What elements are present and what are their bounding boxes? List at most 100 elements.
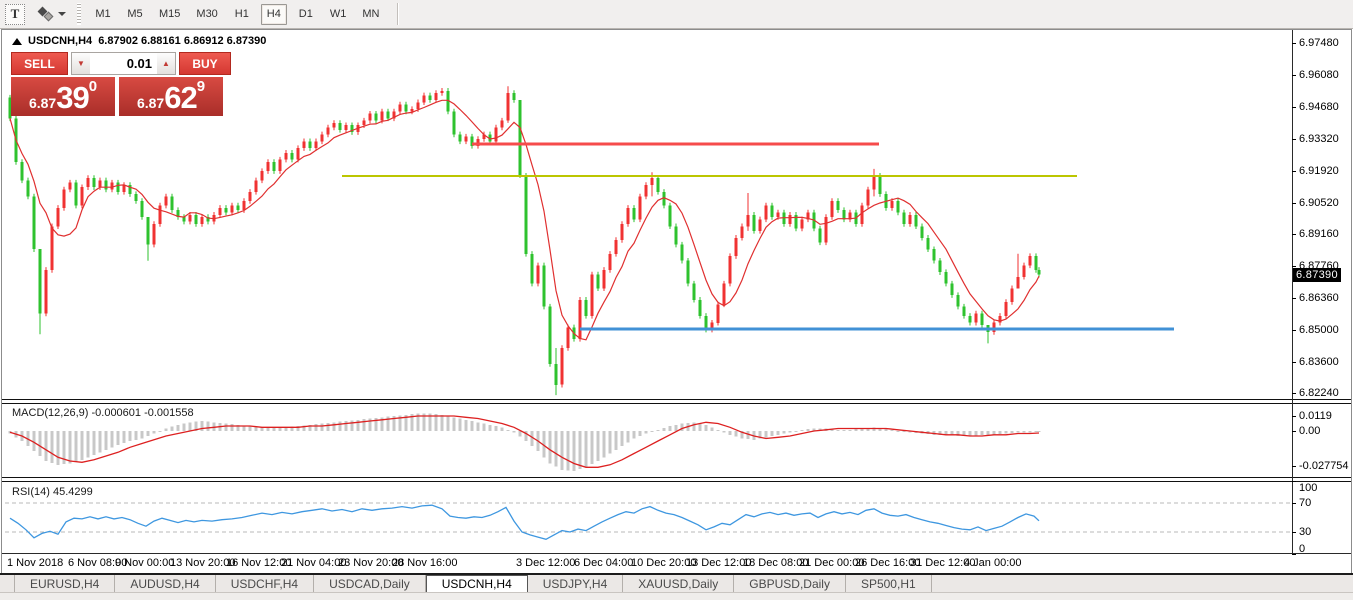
rsi-panel-splitter[interactable]: [2, 477, 1351, 482]
chart-tab-eurusd-h4[interactable]: EURUSD,H4: [14, 575, 115, 592]
sell-price-pip: 0: [89, 79, 97, 94]
rsi-axis-label: 70: [1299, 498, 1311, 509]
buy-price-main: 62: [164, 82, 196, 113]
one-click-trading-panel: SELL ▼ 0.01 ▲ BUY 6.87 39 0 6.87 62 9: [11, 52, 231, 116]
axis-tick: [1292, 416, 1296, 417]
axis-tick: [1292, 171, 1296, 172]
sell-price-display[interactable]: 6.87 39 0: [11, 77, 115, 116]
price-axis-label: 6.89160: [1299, 229, 1339, 240]
toolbar-separator: [397, 3, 398, 25]
timeframe-button-m15[interactable]: M15: [154, 4, 185, 25]
rsi-axis-label: 0: [1299, 544, 1305, 555]
chart-tab-bar: EURUSD,H4AUDUSD,H4USDCHF,H4USDCAD,DailyU…: [0, 573, 1353, 592]
axis-tick: [1292, 330, 1296, 331]
volume-increase-button[interactable]: ▲: [157, 53, 175, 74]
axis-tick: [1292, 503, 1296, 504]
buy-price-prefix: 6.87: [137, 93, 164, 113]
chart-tab-usdcad-daily[interactable]: USDCAD,Daily: [314, 575, 426, 592]
time-axis-label: 1 Nov 2018: [7, 557, 63, 569]
time-axis-label: 13 Dec 12:00: [686, 557, 751, 569]
time-axis-label: 6 Dec 04:00: [574, 557, 633, 569]
axis-tick: [1292, 393, 1296, 394]
axis-tick: [1292, 298, 1296, 299]
chart-tab-sp500-h1[interactable]: SP500,H1: [846, 575, 932, 592]
current-price-tag: 6.87390: [1293, 268, 1341, 282]
time-axis-label: 4 Jan 00:00: [964, 557, 1022, 569]
sell-price-main: 39: [56, 82, 88, 113]
chart-tab-usdcnh-h4[interactable]: USDCNH,H4: [426, 575, 528, 592]
buy-price-display[interactable]: 6.87 62 9: [119, 77, 223, 116]
axis-tick: [1292, 532, 1296, 533]
toolbar-drag-handle[interactable]: [77, 3, 81, 25]
timeframe-button-h4[interactable]: H4: [261, 4, 287, 25]
collapse-panel-icon[interactable]: [12, 38, 22, 45]
time-axis-label: 3 Dec 12:00: [516, 557, 575, 569]
chart-tab-audusd-h4[interactable]: AUDUSD,H4: [115, 575, 215, 592]
axis-tick: [1292, 234, 1296, 235]
rsi-axis-label: 30: [1299, 527, 1311, 538]
sell-price-prefix: 6.87: [29, 93, 56, 113]
price-axis-label: 6.94680: [1299, 102, 1339, 113]
timeframe-button-d1[interactable]: D1: [293, 4, 319, 25]
time-axis-label: 9 Nov 00:00: [115, 557, 174, 569]
price-axis-label: 6.86360: [1299, 293, 1339, 304]
symbol-period-label: USDCNH,H4: [28, 35, 92, 47]
time-axis-line: [2, 553, 1351, 554]
chevron-down-icon: [58, 12, 66, 16]
axis-tick: [1292, 554, 1296, 555]
axis-tick: [1292, 431, 1296, 432]
volume-spinner: ▼ 0.01 ▲: [71, 52, 176, 75]
macd-panel-splitter[interactable]: [2, 399, 1351, 404]
timeframe-button-w1[interactable]: W1: [325, 4, 352, 25]
time-axis-label: 28 Nov 16:00: [392, 557, 457, 569]
status-bar: [0, 592, 1353, 600]
axis-tick: [1292, 203, 1296, 204]
price-axis-label: 6.85000: [1299, 325, 1339, 336]
axis-tick: [1292, 75, 1296, 76]
axis-tick: [1292, 266, 1296, 267]
chart-tab-usdchf-h4[interactable]: USDCHF,H4: [216, 575, 314, 592]
macd-axis-label: -0.027754: [1299, 461, 1349, 472]
axis-tick: [1292, 43, 1296, 44]
price-axis-line: [1292, 30, 1293, 553]
chart-tab-xauusd-daily[interactable]: XAUUSD,Daily: [623, 575, 734, 592]
macd-axis-label: 0.00: [1299, 426, 1320, 437]
chart-window: USDCNH,H4 6.87902 6.88161 6.86912 6.8739…: [1, 29, 1352, 573]
price-axis-label: 6.93320: [1299, 134, 1339, 145]
axis-tick: [1292, 481, 1296, 482]
toolbar: T M1 M5 M15 M30 H1 H4 D1 W1MN: [0, 0, 1353, 29]
volume-value[interactable]: 0.01: [90, 53, 157, 74]
macd-axis-label: 0.0119: [1299, 411, 1332, 422]
price-axis-label: 6.90520: [1299, 198, 1339, 209]
timeframe-button-h1[interactable]: H1: [229, 4, 255, 25]
rsi-axis-label: 100: [1299, 483, 1317, 494]
buy-price-pip: 9: [197, 79, 205, 94]
axis-tick: [1292, 139, 1296, 140]
timeframe-button-mn[interactable]: MN: [357, 4, 384, 25]
timeframe-buttons: M1 M5 M15 M30 H1 H4 D1 W1MN: [87, 4, 387, 25]
axis-tick: [1292, 362, 1296, 363]
chart-title: USDCNH,H4 6.87902 6.88161 6.86912 6.8739…: [12, 35, 266, 47]
volume-decrease-button[interactable]: ▼: [72, 53, 90, 74]
sell-button[interactable]: SELL: [11, 52, 68, 75]
text-label-tool-icon[interactable]: T: [5, 4, 25, 25]
macd-label: MACD(12,26,9) -0.000601 -0.001558: [12, 407, 194, 419]
arrows-objects-tool-icon[interactable]: [33, 4, 67, 25]
buy-button[interactable]: BUY: [179, 52, 231, 75]
price-axis-label: 6.83600: [1299, 357, 1339, 368]
timeframe-button-m30[interactable]: M30: [191, 4, 222, 25]
rsi-label: RSI(14) 45.4299: [12, 486, 93, 498]
chart-tab-usdjpy-h4[interactable]: USDJPY,H4: [528, 575, 623, 592]
mt4-terminal: T M1M5M15M30H1H4D1W1MN USDCNH,H4 6.87902…: [0, 0, 1353, 600]
price-axis-label: 6.96080: [1299, 70, 1339, 81]
axis-tick: [1292, 466, 1296, 467]
timeframe-button-m1[interactable]: M1: [90, 4, 116, 25]
axis-tick: [1292, 107, 1296, 108]
time-axis-label: 21 Nov 04:00: [281, 557, 346, 569]
timeframe-button-m5[interactable]: M5: [122, 4, 148, 25]
chart-tab-gbpusd-daily[interactable]: GBPUSD,Daily: [734, 575, 846, 592]
ohlc-values: 6.87902 6.88161 6.86912 6.87390: [98, 35, 266, 47]
price-axis-label: 6.82240: [1299, 388, 1339, 399]
price-axis-label: 6.97480: [1299, 38, 1339, 49]
price-axis-label: 6.91920: [1299, 166, 1339, 177]
